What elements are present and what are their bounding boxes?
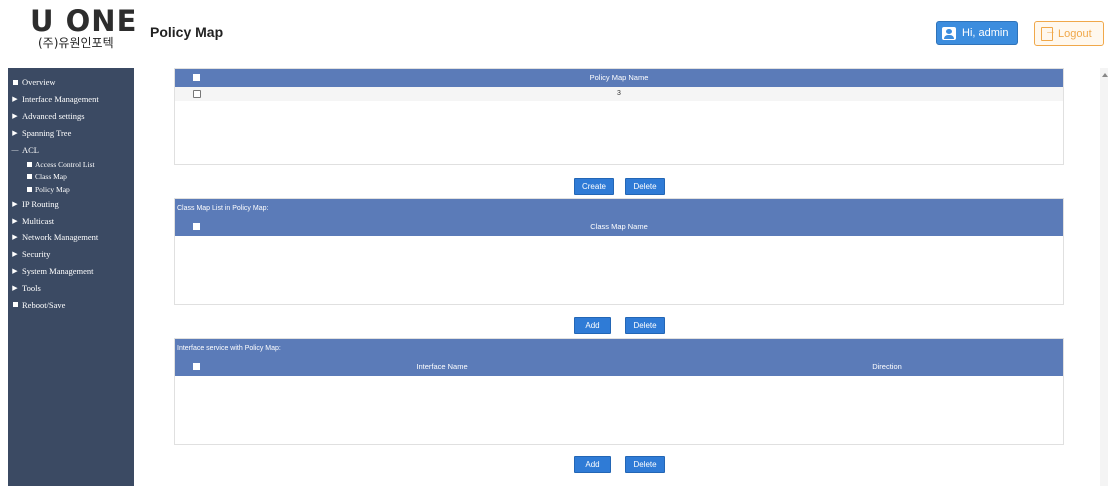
sidebar-item-advanced-settings[interactable]: ▶ Advanced settings [8, 108, 134, 125]
app-window: U ONE (주)유원인포텍 Policy Map Hi, admin Logo… [0, 0, 1108, 486]
delete-interface-button[interactable]: Delete [625, 456, 665, 473]
expand-arrow-icon: ▶ [12, 250, 18, 259]
column-header-class-map-name: Class Map Name [590, 222, 648, 231]
create-button[interactable]: Create [574, 178, 614, 195]
column-header-policy-map-name: Policy Map Name [589, 73, 649, 82]
square-icon [27, 174, 32, 180]
sidebar-item-label: Network Management [22, 232, 99, 243]
user-button-label: Hi, admin [962, 27, 1009, 39]
expand-arrow-icon: ▶ [12, 199, 18, 208]
policy-map-table: Policy Map Name 3 [174, 68, 1064, 165]
logo-subtitle: (주)유원인포텍 [38, 36, 114, 50]
sidebar-item-overview[interactable]: Overview [8, 74, 134, 91]
logout-button-label: Logout [1058, 27, 1092, 40]
delete-policy-button[interactable]: Delete [625, 178, 665, 195]
sidebar-subitem-class-map[interactable]: Class Map [8, 170, 134, 183]
sidebar: Overview ▶ Interface Management ▶ Advanced… [8, 68, 134, 486]
sidebar-item-system-management[interactable]: ▶ System Management [8, 263, 134, 280]
sidebar-item-label: Spanning Tree [22, 127, 72, 138]
sidebar-subitem-label: Policy Map [35, 184, 70, 194]
column-header-direction: Direction [872, 362, 902, 371]
user-button[interactable]: Hi, admin [936, 21, 1018, 45]
logout-button[interactable]: Logout [1034, 21, 1104, 46]
sidebar-item-label: Reboot/Save [22, 299, 66, 310]
expand-arrow-icon: ▶ [12, 95, 18, 104]
sidebar-item-reboot-save[interactable]: Reboot/Save [8, 296, 134, 313]
user-icon [942, 26, 956, 40]
expand-arrow-icon: ▶ [12, 233, 18, 242]
table-header: Class Map Name [175, 218, 1063, 236]
sidebar-item-label: Multicast [22, 215, 55, 226]
sidebar-subitem-label: Access Control List [35, 159, 95, 169]
add-interface-button[interactable]: Add [574, 456, 611, 473]
logo: U ONE (주)유원인포텍 [30, 6, 140, 50]
sidebar-item-label: IP Routing [22, 198, 59, 209]
sidebar-item-label: Interface Management [22, 94, 99, 105]
expand-arrow-icon: ▶ [12, 267, 18, 276]
sidebar-item-label: Advanced settings [22, 110, 85, 121]
collapse-dash-icon: — [11, 145, 19, 154]
sidebar-item-tools[interactable]: ▶ Tools [8, 279, 134, 296]
sidebar-subitem-policy-map[interactable]: Policy Map [8, 183, 134, 196]
scroll-up-icon[interactable] [1102, 73, 1108, 77]
sidebar-item-interface-management[interactable]: ▶ Interface Management [8, 91, 134, 108]
sidebar-item-security[interactable]: ▶ Security [8, 246, 134, 263]
square-icon [27, 186, 32, 192]
table-row[interactable]: 3 [175, 87, 1063, 101]
sidebar-item-spanning-tree[interactable]: ▶ Spanning Tree [8, 124, 134, 141]
delete-class-map-button[interactable]: Delete [625, 317, 665, 334]
expand-arrow-icon: ▶ [12, 283, 18, 292]
interface-service-caption: Interface service with Policy Map: [175, 339, 1063, 358]
sidebar-item-label: System Management [22, 266, 94, 277]
sidebar-item-label: Tools [22, 282, 41, 293]
class-map-caption: Class Map List in Policy Map: [175, 199, 1063, 218]
sidebar-item-ip-routing[interactable]: ▶ IP Routing [8, 195, 134, 212]
logo-main: U ONE [30, 4, 138, 38]
square-icon [13, 302, 18, 308]
sidebar-item-acl[interactable]: — ACL [8, 141, 134, 158]
sidebar-item-label: ACL [22, 144, 39, 155]
class-map-table: Class Map List in Policy Map: Class Map … [174, 198, 1064, 305]
sidebar-item-label: Security [22, 249, 51, 260]
column-header-interface-name: Interface Name [416, 362, 468, 371]
expand-arrow-icon: ▶ [12, 216, 18, 225]
square-icon [27, 161, 32, 167]
interface-service-table: Interface service with Policy Map: Inter… [174, 338, 1064, 445]
sidebar-item-multicast[interactable]: ▶ Multicast [8, 212, 134, 229]
add-class-map-button[interactable]: Add [574, 317, 611, 334]
expand-arrow-icon: ▶ [12, 111, 18, 120]
sidebar-item-label: Overview [22, 77, 56, 88]
table-header: Interface Name Direction [175, 358, 1063, 376]
sidebar-item-network-management[interactable]: ▶ Network Management [8, 229, 134, 246]
vertical-scrollbar[interactable] [1100, 68, 1108, 486]
table-header: Policy Map Name [175, 69, 1063, 87]
logout-icon [1041, 25, 1056, 41]
square-icon [13, 79, 18, 85]
sidebar-subitem-access-control-list[interactable]: Access Control List [8, 158, 134, 171]
expand-arrow-icon: ▶ [12, 128, 18, 137]
policy-map-name-cell: 3 [617, 90, 621, 97]
sidebar-subitem-label: Class Map [35, 172, 67, 182]
page-title: Policy Map [150, 24, 224, 40]
